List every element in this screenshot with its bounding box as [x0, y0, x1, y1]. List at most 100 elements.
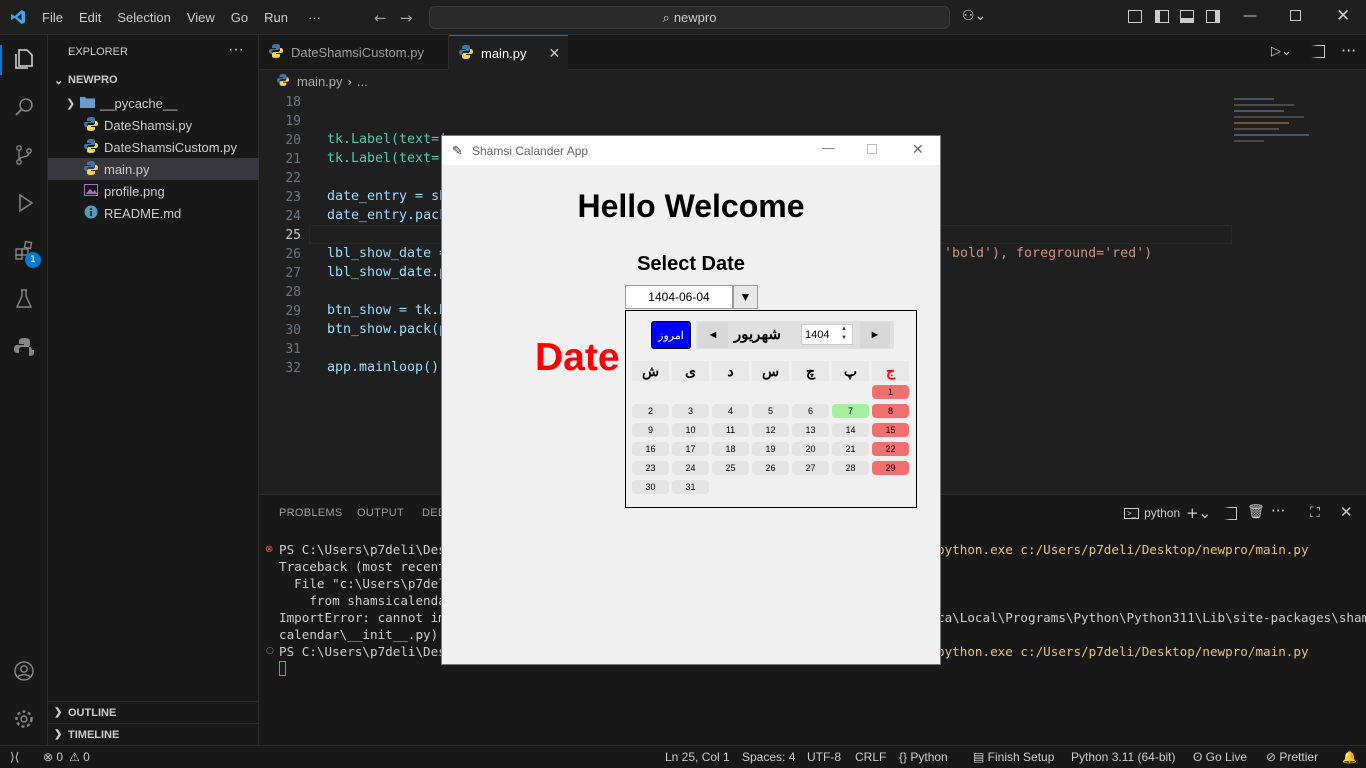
tree-item-dateshamsi[interactable]: DateShamsi.py	[48, 114, 259, 136]
explorer-more-icon[interactable]: ···	[228, 41, 244, 59]
breadcrumb-file[interactable]: main.py	[297, 74, 343, 89]
day-cell[interactable]: 25	[712, 461, 749, 475]
day-cell[interactable]: 24	[672, 461, 709, 475]
day-cell[interactable]: 16	[632, 442, 669, 456]
day-cell[interactable]: 18	[712, 442, 749, 456]
copilot-icon[interactable]: ⚇⌄	[962, 8, 986, 24]
today-button[interactable]: امروز	[651, 321, 691, 349]
day-cell[interactable]: 7	[832, 404, 869, 418]
terminal-selector[interactable]: >_ python	[1124, 506, 1180, 520]
day-cell[interactable]: 11	[712, 423, 749, 437]
day-cell[interactable]: 12	[752, 423, 789, 437]
maximize-panel-icon[interactable]: ⛶	[1310, 505, 1320, 521]
explorer-icon[interactable]	[0, 35, 48, 83]
notifications-icon[interactable]: 🔔	[1342, 746, 1357, 768]
menu-more[interactable]: ···	[296, 10, 329, 25]
tree-item-readme[interactable]: README.md	[48, 202, 259, 224]
day-cell[interactable]: 2	[632, 404, 669, 418]
day-cell[interactable]: 27	[792, 461, 829, 475]
day-cell[interactable]: 1	[872, 385, 909, 399]
end-of-line[interactable]: CRLF	[855, 746, 886, 768]
day-cell[interactable]: 26	[752, 461, 789, 475]
close-icon[interactable]: ✕	[1336, 6, 1350, 26]
toggle-secondary-sidebar-icon[interactable]	[1206, 10, 1220, 23]
day-cell[interactable]: 5	[752, 404, 789, 418]
language-mode[interactable]: {} Python	[899, 746, 948, 768]
day-cell[interactable]: 30	[632, 480, 669, 494]
run-debug-icon[interactable]	[0, 179, 48, 227]
editor-more-icon[interactable]: ···	[1341, 41, 1356, 60]
dropdown-arrow-icon[interactable]: ▼	[733, 285, 758, 309]
trash-icon[interactable]: 🗑	[1247, 504, 1265, 520]
split-editor-icon[interactable]	[1311, 45, 1325, 58]
day-cell[interactable]: 14	[832, 423, 869, 437]
outline-section[interactable]: ❯ OUTLINE	[48, 701, 259, 723]
day-cell[interactable]: 15	[872, 423, 909, 437]
toggle-sidebar-icon[interactable]	[1155, 10, 1169, 23]
day-cell[interactable]: 4	[712, 404, 749, 418]
back-arrow-icon[interactable]: ←	[374, 9, 387, 27]
forward-arrow-icon[interactable]: →	[400, 9, 413, 27]
panel-more-icon[interactable]: ···	[1271, 502, 1285, 520]
accounts-icon[interactable]	[0, 647, 48, 695]
source-control-icon[interactable]	[0, 131, 48, 179]
day-cell[interactable]: 20	[792, 442, 829, 456]
indentation[interactable]: Spaces: 4	[742, 746, 795, 768]
day-cell[interactable]: 29	[872, 461, 909, 475]
tree-item-main[interactable]: main.py	[48, 158, 259, 180]
python-interpreter[interactable]: Python 3.11 (64-bit)	[1071, 746, 1176, 768]
tk-minimize-icon[interactable]: —	[822, 140, 835, 155]
command-center[interactable]: ⌕ newpro	[429, 6, 950, 29]
tab-dateshamsicustom[interactable]: DateShamsiCustom.py	[259, 35, 449, 70]
day-cell[interactable]: 9	[632, 423, 669, 437]
customize-layout-icon[interactable]	[1128, 10, 1142, 23]
day-cell[interactable]: 22	[872, 442, 909, 456]
remote-icon[interactable]: ⟩⟨	[10, 746, 19, 768]
menu-selection[interactable]: Selection	[109, 10, 178, 25]
tree-item-pycache[interactable]: ❯ __pycache__	[48, 92, 259, 114]
breadcrumb-symbol[interactable]: ...	[357, 74, 368, 89]
date-entry-field[interactable]: 1404-06-04	[625, 285, 733, 309]
minimize-icon[interactable]: —	[1243, 8, 1257, 24]
day-cell[interactable]: 10	[672, 423, 709, 437]
tab-problems[interactable]: PROBLEMS	[279, 507, 343, 519]
tab-output[interactable]: OUTPUT	[357, 507, 404, 519]
workspace-root[interactable]: ⌄ NEWPRO	[48, 69, 259, 91]
menu-file[interactable]: File	[34, 10, 71, 25]
run-python-icon[interactable]: ▷⌄	[1271, 44, 1292, 59]
split-terminal-icon[interactable]	[1224, 507, 1237, 520]
day-cell[interactable]: 3	[672, 404, 709, 418]
cursor-position[interactable]: Ln 25, Col 1	[665, 746, 730, 768]
tab-main[interactable]: main.py ✕	[449, 35, 568, 71]
encoding[interactable]: UTF-8	[807, 746, 841, 768]
next-month-button[interactable]: ►	[860, 322, 890, 348]
tree-item-profile[interactable]: profile.png	[48, 180, 259, 202]
day-cell[interactable]: 23	[632, 461, 669, 475]
menu-run[interactable]: Run	[256, 10, 296, 25]
restore-icon[interactable]	[1290, 10, 1301, 21]
year-spin-arrows-icon[interactable]: ▲ ▼	[841, 325, 847, 343]
timeline-section[interactable]: ❯ TIMELINE	[48, 723, 259, 745]
day-cell[interactable]: 28	[832, 461, 869, 475]
menu-view[interactable]: View	[179, 10, 223, 25]
day-cell[interactable]: 17	[672, 442, 709, 456]
menu-edit[interactable]: Edit	[71, 10, 109, 25]
day-cell[interactable]: 13	[792, 423, 829, 437]
tree-item-dateshamsicustom[interactable]: DateShamsiCustom.py	[48, 136, 259, 158]
day-cell[interactable]: 8	[872, 404, 909, 418]
new-terminal-icon[interactable]: +⌄	[1186, 504, 1211, 522]
prev-month-button[interactable]: ◄	[698, 322, 728, 348]
minimap[interactable]	[1234, 92, 1324, 162]
python-icon[interactable]	[0, 323, 48, 371]
day-cell[interactable]: 6	[792, 404, 829, 418]
day-cell[interactable]: 21	[832, 442, 869, 456]
problems-status[interactable]: ⊗ 0 ⚠ 0	[43, 746, 90, 768]
tk-maximize-icon[interactable]	[867, 144, 877, 154]
search-activity-icon[interactable]	[0, 83, 48, 131]
close-panel-icon[interactable]: ✕	[1340, 503, 1353, 521]
finish-setup[interactable]: ▤ Finish Setup	[973, 746, 1054, 768]
settings-gear-icon[interactable]	[0, 695, 48, 743]
tab-close-icon[interactable]: ✕	[549, 45, 561, 62]
tk-close-icon[interactable]: ✕	[912, 141, 924, 158]
day-cell[interactable]: 19	[752, 442, 789, 456]
